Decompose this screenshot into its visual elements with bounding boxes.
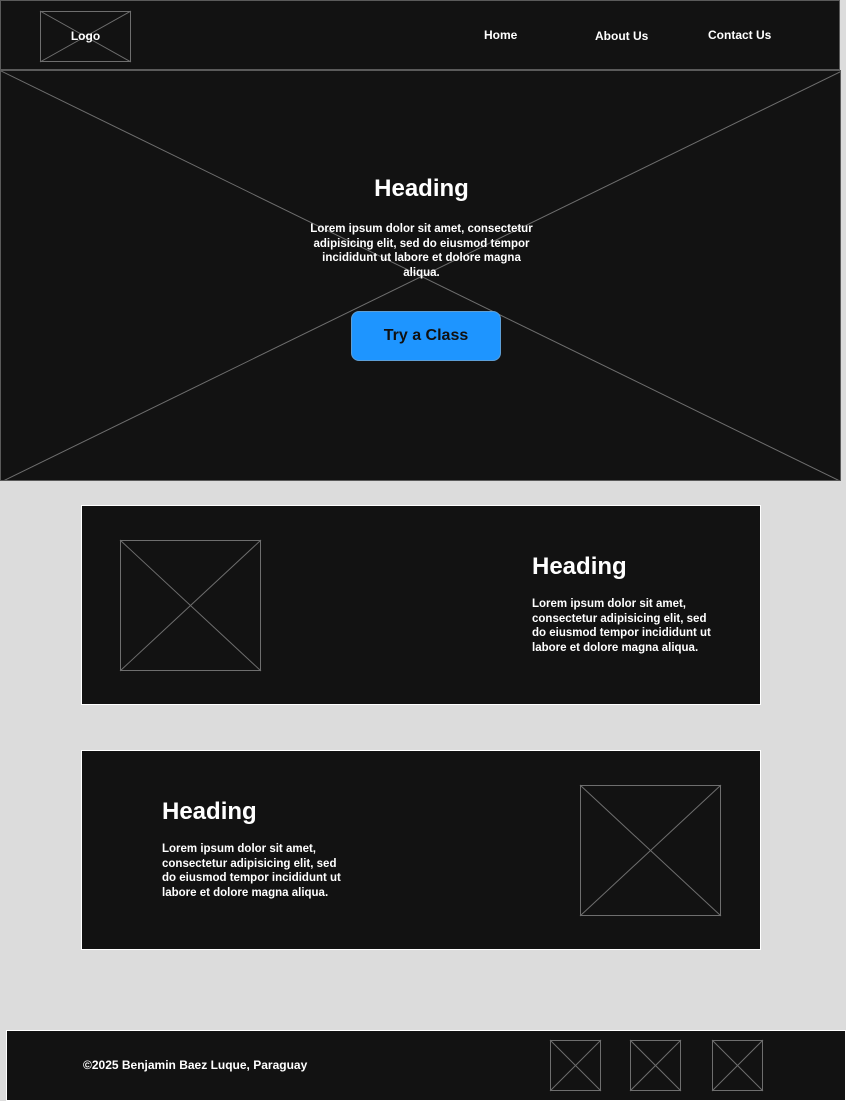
site-footer: ©2025 Benjamin Baez Luque, Paraguay [6, 1030, 846, 1101]
hero-description: Lorem ipsum dolor sit amet, consectetur … [310, 223, 533, 279]
image-placeholder-icon [629, 1039, 682, 1092]
nav-contact-link[interactable]: Contact Us [708, 28, 771, 42]
feature-image-2 [579, 784, 722, 917]
copyright-text: ©2025 Benjamin Baez Luque, Paraguay [83, 1058, 308, 1072]
feature-card-1: Heading Lorem ipsum dolor sit amet, cons… [81, 505, 761, 705]
hero-section: Heading Lorem ipsum dolor sit amet, cons… [0, 70, 841, 481]
site-header: Logo Home About Us Contact Us [0, 0, 840, 70]
image-placeholder-icon [711, 1039, 764, 1092]
social-link-3[interactable] [711, 1039, 764, 1092]
nav-home-link[interactable]: Home [484, 28, 517, 42]
social-link-2[interactable] [629, 1039, 682, 1092]
feature-heading-2: Heading [162, 798, 257, 825]
image-placeholder-icon [119, 539, 262, 672]
image-placeholder-icon [549, 1039, 602, 1092]
feature-description-1: Lorem ipsum dolor sit amet, consectetur … [532, 598, 711, 654]
feature-heading-1: Heading [532, 553, 627, 580]
feature-description-2: Lorem ipsum dolor sit amet, consectetur … [162, 843, 341, 899]
social-link-1[interactable] [549, 1039, 602, 1092]
image-placeholder-icon [579, 784, 722, 917]
feature-card-2: Heading Lorem ipsum dolor sit amet, cons… [81, 750, 761, 950]
logo[interactable]: Logo [39, 10, 132, 63]
feature-image-1 [119, 539, 262, 672]
logo-label: Logo [70, 29, 101, 43]
nav-about-link[interactable]: About Us [595, 29, 648, 43]
hero-heading: Heading [374, 175, 469, 202]
try-a-class-button[interactable]: Try a Class [351, 311, 501, 361]
